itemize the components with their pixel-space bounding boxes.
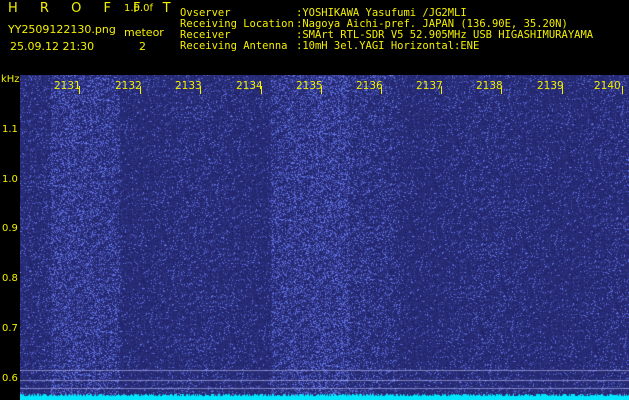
x-tick-label: 2131 [54,80,81,92]
meteor-count: 2 [139,40,146,53]
app-brand: H R O F F T [8,1,180,16]
x-tick-label: 2135 [296,80,323,92]
y-tick-label: 0.8 [2,273,18,284]
x-tick-label: 2133 [175,80,202,92]
file-name: YY2509122130.png [8,23,116,36]
y-tick-label: 1.0 [2,174,18,185]
antenna-value: :10mH 3el.YAGI Horizontal:ENE [296,40,480,52]
y-tick-label: 0.7 [2,323,18,334]
meteor-label: meteor [124,26,164,39]
capture-datetime: 25.09.12 21:30 [10,40,95,53]
x-tick-label: 2132 [115,80,142,92]
spectrogram [20,75,629,400]
antenna-label: Receiving Antenna [180,40,288,52]
x-tick-label: 2138 [476,80,503,92]
x-tick-mark [622,86,623,94]
x-tick-label: 2136 [356,80,383,92]
y-tick-label: 0.6 [2,373,18,384]
x-tick-label: 2140 [594,80,621,92]
x-tick-label: 2134 [236,80,263,92]
app-version: 1.0.0f [124,3,153,14]
y-axis-unit: kHz [1,74,20,85]
header-panel: H R O F F T 1.0.0f YY2509122130.png mete… [0,0,629,72]
y-tick-label: 0.9 [2,223,18,234]
x-tick-label: 2137 [416,80,443,92]
y-tick-label: 1.1 [2,124,18,135]
x-tick-label: 2139 [537,80,564,92]
